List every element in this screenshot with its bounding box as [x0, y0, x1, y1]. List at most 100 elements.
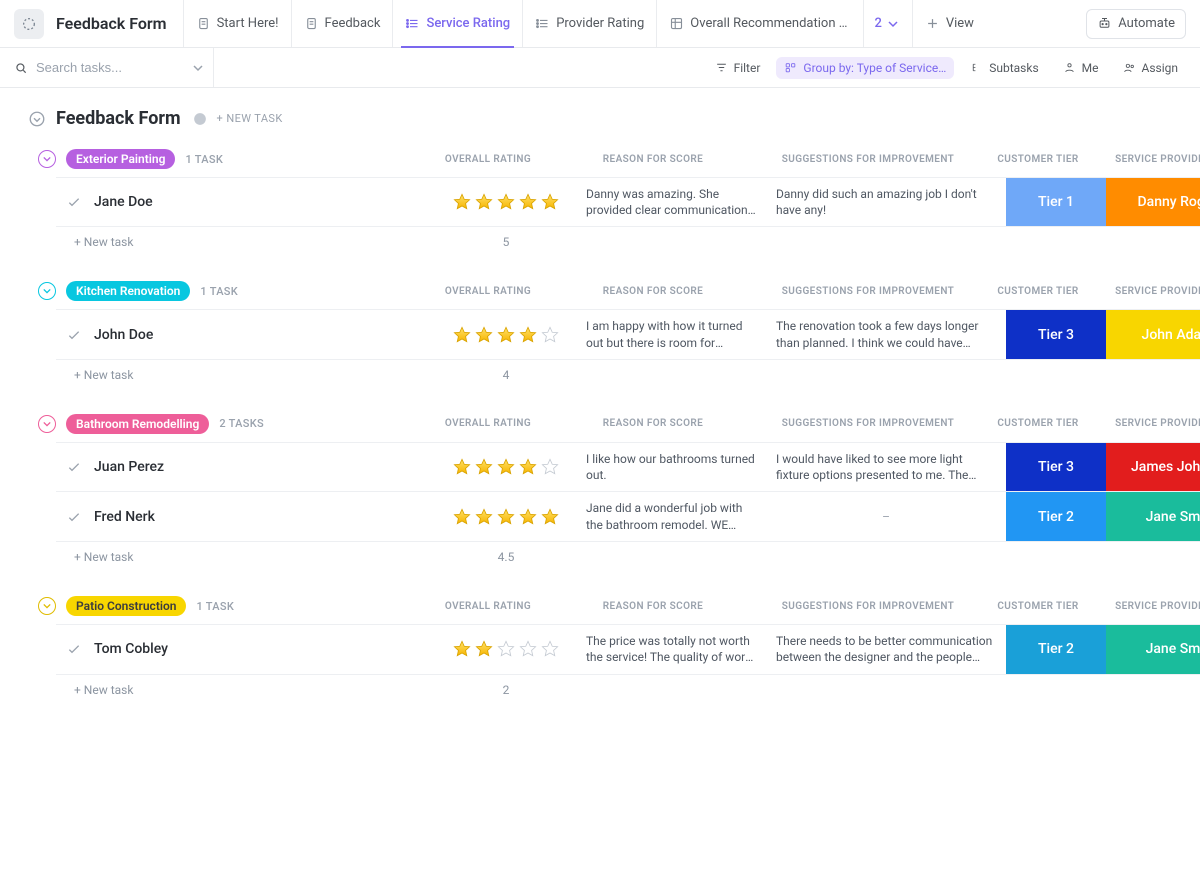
group-header: Exterior Painting 1 TASK OVERALL RATING … [28, 147, 1200, 177]
rating-cell[interactable] [436, 310, 576, 358]
group-collapse-button[interactable] [38, 597, 56, 615]
search-icon [14, 61, 28, 75]
tab-service-rating[interactable]: Service Rating [392, 0, 522, 47]
group-collapse-button[interactable] [38, 150, 56, 168]
task-name: Fred Nerk [94, 509, 155, 525]
status-check-icon[interactable] [66, 327, 82, 343]
task-row[interactable]: John Doe I am happy with how it turned o… [56, 309, 1200, 359]
tab-start-here[interactable]: Start Here! [183, 0, 291, 47]
customer-tier-cell[interactable]: Tier 2 [1006, 625, 1106, 673]
task-row[interactable]: Fred Nerk Jane did a wonderful job with … [56, 492, 1200, 542]
group: Bathroom Remodelling 2 TASKS OVERALL RAT… [28, 412, 1200, 564]
col-reason: REASON FOR SCORE [558, 418, 748, 429]
group-count: 2 TASKS [219, 417, 264, 430]
col-reason: REASON FOR SCORE [558, 286, 748, 297]
task-name-cell: Juan Perez [56, 443, 436, 491]
me-button[interactable]: Me [1055, 57, 1107, 79]
service-provider-cell[interactable]: Danny Rogers [1106, 178, 1200, 226]
star-rating [452, 192, 560, 212]
task-name-cell: Fred Nerk [56, 492, 436, 541]
filter-button[interactable]: Filter [707, 57, 769, 79]
col-overall-rating: OVERALL RATING [418, 418, 558, 429]
group-header: Patio Construction 1 TASK OVERALL RATING… [28, 594, 1200, 624]
add-view-button[interactable]: View [912, 0, 986, 47]
reason-cell[interactable]: Jane did a wonderful job with the bathro… [576, 492, 766, 541]
status-check-icon[interactable] [66, 509, 82, 525]
suggestions-cell[interactable]: – [766, 492, 1006, 541]
group-collapse-button[interactable] [38, 282, 56, 300]
tab-label: Service Rating [426, 16, 510, 31]
more-views-dropdown[interactable]: 2 [863, 0, 907, 47]
new-task-button[interactable]: + New task [56, 368, 436, 382]
suggestions-cell[interactable]: The renovation took a few days longer th… [766, 310, 1006, 358]
status-check-icon[interactable] [66, 459, 82, 475]
star-rating [452, 325, 560, 345]
subtasks-button[interactable]: Subtasks [962, 57, 1046, 79]
subtasks-label: Subtasks [989, 61, 1038, 75]
group-footer: + New task 4.5 [56, 542, 1200, 564]
group-collapse-button[interactable] [38, 415, 56, 433]
rating-cell[interactable] [436, 625, 576, 673]
rating-cell[interactable] [436, 178, 576, 226]
collapse-all-icon[interactable] [28, 110, 46, 128]
group-count: 1 TASK [196, 600, 234, 613]
group-pill[interactable]: Exterior Painting [66, 149, 175, 169]
group-pill[interactable]: Patio Construction [66, 596, 186, 616]
customer-tier-cell[interactable]: Tier 2 [1006, 492, 1106, 541]
group-header: Kitchen Renovation 1 TASK OVERALL RATING… [28, 279, 1200, 309]
task-name-cell: John Doe [56, 310, 436, 358]
info-icon[interactable] [193, 112, 207, 126]
group-avg-rating: 2 [436, 683, 576, 697]
tab-provider-rating[interactable]: Provider Rating [522, 0, 656, 47]
assign-label: Assign [1142, 61, 1179, 75]
reason-cell[interactable]: I like how our bathrooms turned out. [576, 443, 766, 491]
col-reason: REASON FOR SCORE [558, 601, 748, 612]
suggestions-cell[interactable]: Danny did such an amazing job I don't ha… [766, 178, 1006, 226]
suggestions-cell[interactable]: I would have liked to see more light fix… [766, 443, 1006, 491]
service-provider-cell[interactable]: James Johnson [1106, 443, 1200, 491]
task-row[interactable]: Tom Cobley The price was totally not wor… [56, 624, 1200, 674]
new-task-button[interactable]: + New task [56, 235, 436, 249]
col-reason: REASON FOR SCORE [558, 154, 748, 165]
reason-cell[interactable]: The price was totally not worth the serv… [576, 625, 766, 673]
customer-tier-cell[interactable]: Tier 3 [1006, 310, 1106, 358]
service-provider-cell[interactable]: Jane Smith [1106, 492, 1200, 541]
col-customer-tier: CUSTOMER TIER [988, 601, 1088, 612]
group-pill[interactable]: Kitchen Renovation [66, 281, 190, 301]
groupby-label: Group by: Type of Service… [803, 61, 946, 75]
tab-feedback[interactable]: Feedback [291, 0, 393, 47]
service-provider-cell[interactable]: Jane Smith [1106, 625, 1200, 673]
customer-tier-cell[interactable]: Tier 3 [1006, 443, 1106, 491]
suggestions-cell[interactable]: There needs to be better communication b… [766, 625, 1006, 673]
service-provider-cell[interactable]: John Adams [1106, 310, 1200, 358]
reason-cell[interactable]: I am happy with how it turned out but th… [576, 310, 766, 358]
new-task-top-button[interactable]: + NEW TASK [217, 112, 283, 125]
col-service-provider: SERVICE PROVIDER [1088, 418, 1200, 429]
group: Exterior Painting 1 TASK OVERALL RATING … [28, 147, 1200, 249]
col-suggestions: SUGGESTIONS FOR IMPROVEMENT [748, 601, 988, 612]
new-task-button[interactable]: + New task [56, 550, 436, 564]
search-input[interactable] [36, 60, 176, 75]
task-row[interactable]: Jane Doe Danny was amazing. She provided… [56, 177, 1200, 227]
chevron-down-icon [888, 19, 898, 29]
assign-button[interactable]: Assign [1115, 57, 1187, 79]
automate-label: Automate [1118, 16, 1175, 31]
top-tab-bar: Feedback Form Start Here!Feedback Service… [0, 0, 1200, 48]
rating-cell[interactable] [436, 443, 576, 491]
chevron-down-icon[interactable] [193, 63, 203, 73]
task-name-cell: Tom Cobley [56, 625, 436, 673]
groupby-button[interactable]: Group by: Type of Service… [776, 57, 954, 79]
task-row[interactable]: Juan Perez I like how our bathrooms turn… [56, 442, 1200, 492]
new-task-button[interactable]: + New task [56, 683, 436, 697]
automate-button[interactable]: Automate [1086, 9, 1186, 39]
page-title: Feedback Form [56, 14, 167, 33]
star-rating [452, 457, 560, 477]
col-suggestions: SUGGESTIONS FOR IMPROVEMENT [748, 418, 988, 429]
tab-overall-recommendation[interactable]: Overall Recommendation … [656, 0, 859, 47]
rating-cell[interactable] [436, 492, 576, 541]
reason-cell[interactable]: Danny was amazing. She provided clear co… [576, 178, 766, 226]
status-check-icon[interactable] [66, 194, 82, 210]
customer-tier-cell[interactable]: Tier 1 [1006, 178, 1106, 226]
status-check-icon[interactable] [66, 641, 82, 657]
group-pill[interactable]: Bathroom Remodelling [66, 414, 209, 434]
